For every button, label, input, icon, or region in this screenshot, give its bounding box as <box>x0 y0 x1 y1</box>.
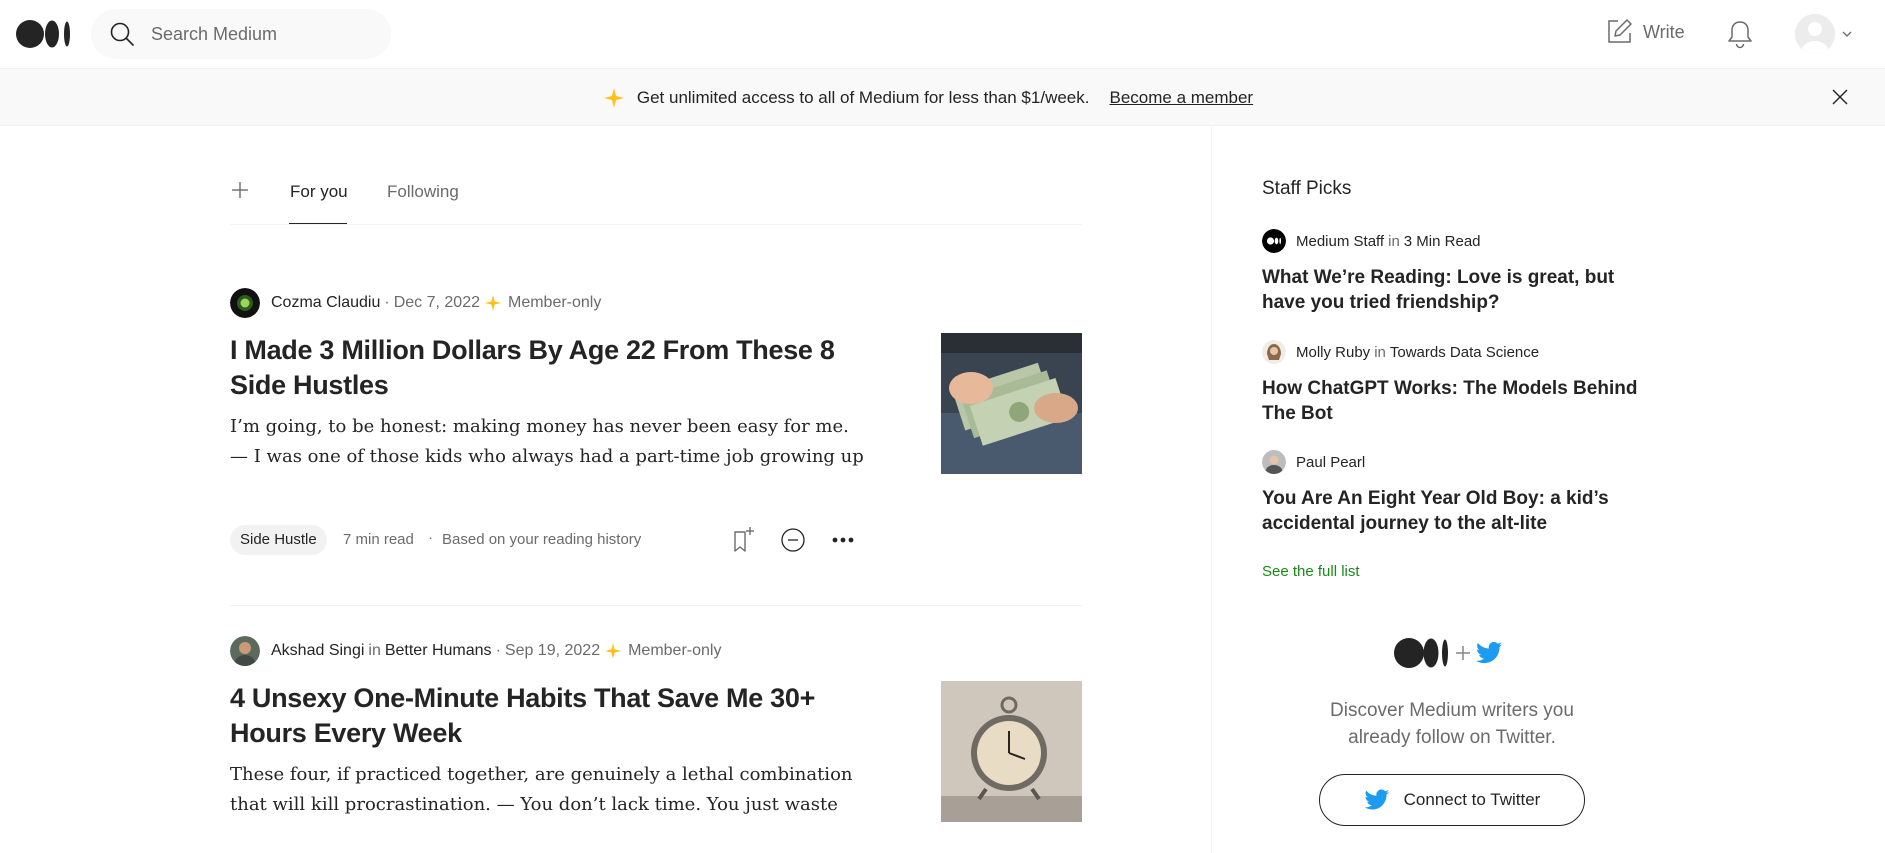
pick-title[interactable]: How ChatGPT Works: The Models Behind The… <box>1262 376 1662 426</box>
active-tab-indicator <box>289 223 347 224</box>
read-time: 7 min read <box>343 531 414 548</box>
notifications-bell-icon[interactable] <box>1725 18 1755 50</box>
connect-to-twitter-button[interactable]: Connect to Twitter <box>1319 774 1585 826</box>
close-icon[interactable] <box>1830 87 1850 107</box>
author-avatar[interactable] <box>1262 450 1286 474</box>
author-avatar-icon <box>230 288 260 318</box>
become-member-link[interactable]: Become a member <box>1109 88 1253 108</box>
author-avatar-icon <box>1262 450 1286 474</box>
chevron-down-icon[interactable] <box>1840 27 1854 41</box>
user-avatar[interactable] <box>1795 14 1835 54</box>
pick-meta: Medium Staff in 3 Min Read <box>1262 229 1662 253</box>
publish-date: Sep 19, 2022 <box>504 642 601 659</box>
pick-title[interactable]: You Are An Eight Year Old Boy: a kid’s a… <box>1262 486 1662 536</box>
alarm-clock-photo-icon <box>941 681 1082 822</box>
pick-author[interactable]: Molly Ruby <box>1296 344 1370 361</box>
default-avatar-icon <box>1795 14 1835 54</box>
medium-plus-twitter-icon <box>1394 638 1502 668</box>
top-header: Write <box>0 0 1885 69</box>
banner-text: Get unlimited access to all of Medium fo… <box>636 87 1090 107</box>
search-icon <box>110 22 134 46</box>
author-avatar[interactable] <box>230 636 260 666</box>
author-name[interactable]: Cozma Claudiu <box>271 294 380 312</box>
medium-logo-avatar-icon <box>1262 229 1286 253</box>
author-avatar[interactable] <box>1262 229 1286 253</box>
search-bar[interactable] <box>91 9 391 59</box>
more-options-icon[interactable] <box>830 527 856 553</box>
in-label: in <box>1388 232 1400 250</box>
membership-banner: Get unlimited access to all of Medium fo… <box>0 69 1885 126</box>
twitter-bird-icon <box>1364 789 1389 810</box>
article-excerpt[interactable]: I’m going, to be honest: making money ha… <box>230 412 870 472</box>
pick-author[interactable]: Medium Staff <box>1296 233 1384 250</box>
see-full-list-link[interactable]: See the full list <box>1262 563 1360 580</box>
money-cash-photo-icon <box>941 333 1082 474</box>
member-star-icon <box>485 295 501 311</box>
article-title[interactable]: I Made 3 Million Dollars By Age 22 From … <box>230 333 870 403</box>
search-input[interactable] <box>151 23 371 45</box>
medium-logo[interactable] <box>16 19 72 49</box>
show-less-icon[interactable] <box>780 527 806 553</box>
write-button[interactable]: Write <box>1605 18 1685 46</box>
article-meta: Akshad Singi in Better Humans · Sep 19, … <box>230 636 721 666</box>
bookmark-add-icon[interactable] <box>730 526 756 554</box>
staff-pick-item: Paul Pearl You Are An Eight Year Old Boy… <box>1262 450 1662 536</box>
recommendation-reason: Based on your reading history <box>442 531 642 548</box>
meta-separator: · <box>384 294 390 311</box>
staff-picks-heading: Staff Picks <box>1262 178 1352 199</box>
twitter-discover-text: Discover Medium writers you already foll… <box>1330 700 1574 748</box>
article-thumbnail[interactable] <box>941 681 1082 822</box>
pick-title[interactable]: What We’re Reading: Love is great, but h… <box>1262 265 1662 315</box>
staff-pick-item: Medium Staff in 3 Min Read What We’re Re… <box>1262 229 1662 315</box>
pick-publication[interactable]: Towards Data Science <box>1390 344 1539 361</box>
author-avatar[interactable] <box>230 288 260 318</box>
write-label: Write <box>1643 21 1685 42</box>
meta-separator: · <box>428 529 433 546</box>
article-card: Cozma Claudiu · Dec 7, 2022 Member-only … <box>230 288 1082 606</box>
article-meta: Cozma Claudiu · Dec 7, 2022 Member-only <box>230 288 601 318</box>
write-icon <box>1608 19 1632 43</box>
article-title[interactable]: 4 Unsexy One-Minute Habits That Save Me … <box>230 681 870 751</box>
pick-author[interactable]: Paul Pearl <box>1296 454 1365 471</box>
author-avatar[interactable] <box>1262 340 1286 364</box>
plus-icon[interactable] <box>230 180 250 200</box>
member-only-label: Member-only <box>508 294 602 311</box>
member-only-label: Member-only <box>628 642 722 659</box>
in-label: in <box>1374 343 1386 361</box>
article-excerpt[interactable]: These four, if practiced together, are g… <box>230 760 870 820</box>
article-footer: Side Hustle 7 min read · Based on your r… <box>230 524 1082 556</box>
article-thumbnail[interactable] <box>941 333 1082 474</box>
meta-separator: · <box>495 642 501 659</box>
sparkle-star-icon <box>603 87 624 108</box>
publish-date: Dec 7, 2022 <box>393 294 480 311</box>
in-label: in <box>368 642 381 659</box>
article-card: Akshad Singi in Better Humans · Sep 19, … <box>230 636 1082 853</box>
connect-twitter-label: Connect to Twitter <box>1403 790 1541 809</box>
pick-meta: Molly Ruby in Towards Data Science <box>1262 340 1662 364</box>
pick-meta: Paul Pearl <box>1262 450 1662 474</box>
author-name[interactable]: Akshad Singi <box>271 642 364 660</box>
staff-pick-item: Molly Ruby in Towards Data Science How C… <box>1262 340 1662 426</box>
author-avatar-icon <box>1262 340 1286 364</box>
tab-for-you[interactable]: For you <box>290 182 348 202</box>
member-star-icon <box>605 643 622 659</box>
feed-tabs: For you Following <box>230 174 1082 225</box>
tab-following[interactable]: Following <box>387 182 459 202</box>
publication-name[interactable]: Better Humans <box>385 642 492 660</box>
author-avatar-icon <box>230 636 260 666</box>
topic-tag[interactable]: Side Hustle <box>230 525 327 555</box>
sidebar-divider <box>1211 126 1212 853</box>
pick-publication[interactable]: 3 Min Read <box>1404 233 1481 250</box>
